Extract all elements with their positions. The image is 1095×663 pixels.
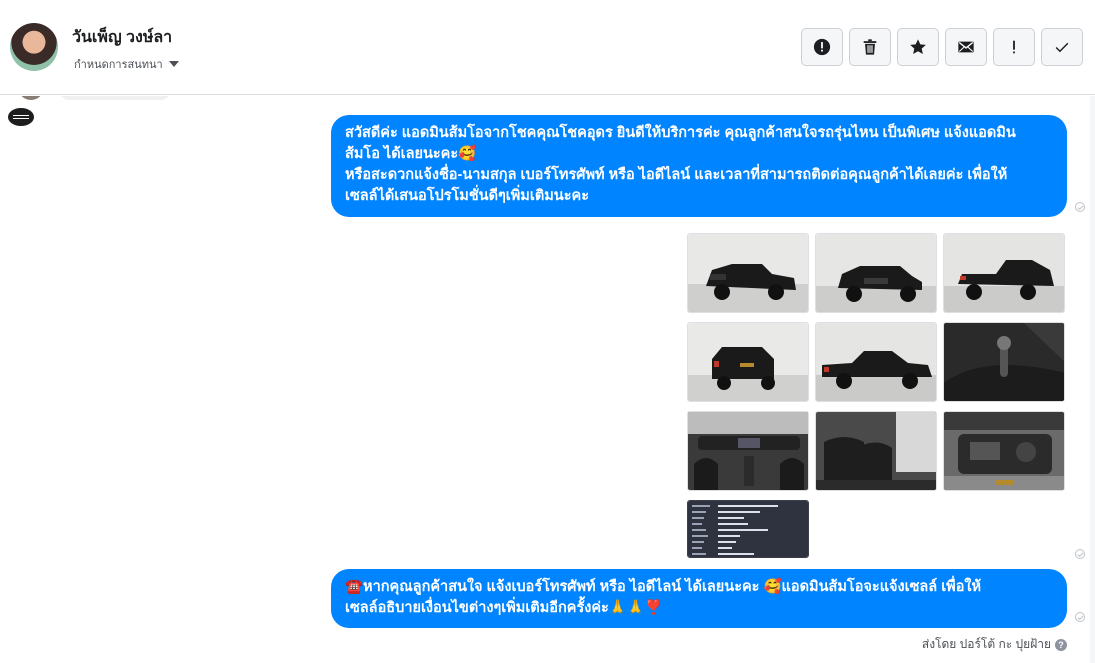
assign-conversation-dropdown[interactable]: กำหนดการสนทนา: [74, 55, 179, 73]
message-line: เซลล์ได้เสนอโปรโมชั่นดีๆเพิ่มเติมนะคะ: [345, 188, 589, 204]
scrollbar-track[interactable]: [1090, 96, 1095, 663]
seen-check-icon: [1075, 612, 1085, 622]
outgoing-message-contact-request[interactable]: ☎️หากคุณลูกค้าสนใจ แจ้งเบอร์โทรศัพท์ หรื…: [331, 569, 1067, 628]
star-icon: [910, 39, 926, 55]
check-icon: [1055, 42, 1069, 53]
sent-by-text: ส่งโดย ปอร์โต้ กะ ปุยฝ้าย: [921, 637, 1051, 651]
caret-down-icon: [168, 61, 179, 67]
photo-truck-rear[interactable]: [687, 322, 809, 402]
message-thread[interactable]: สวัสดีค่ะ แอดมินส้มโอจากโชคคุณโชคอุดร ยิ…: [0, 96, 1095, 663]
contact-name[interactable]: วันเพ็ญ วงษ์ลา: [72, 25, 172, 50]
flag-button[interactable]: [993, 28, 1035, 66]
contact-avatar[interactable]: [10, 23, 58, 71]
help-icon[interactable]: ?: [1055, 638, 1067, 651]
message-line: สวัสดีค่ะ แอดมินส้มโอจากโชคคุณโชคอุดร ยิ…: [345, 125, 1016, 141]
previous-message-bubble: [60, 96, 170, 100]
envelope-icon: [958, 41, 974, 53]
delete-button[interactable]: [849, 28, 891, 66]
exclamation-icon: [1013, 40, 1015, 54]
seen-check-icon: [1075, 549, 1085, 559]
conversation-toolbar: [801, 28, 1083, 66]
assign-label: กำหนดการสนทนา: [74, 59, 163, 71]
photo-truck-side[interactable]: [815, 322, 937, 402]
previous-avatar: [18, 96, 44, 100]
alert-circle-icon: [813, 38, 831, 56]
photo-engine-bay[interactable]: [943, 411, 1065, 491]
photo-truck-rear-left[interactable]: [943, 233, 1065, 313]
message-line: หรือสะดวกแจ้งชื่อ-นามสกุล เบอร์โทรศัพท์ …: [345, 167, 1008, 183]
trash-icon: [863, 39, 877, 55]
photo-rear-seats[interactable]: [815, 411, 937, 491]
photo-dashboard[interactable]: [687, 411, 809, 491]
mark-unread-button[interactable]: [945, 28, 987, 66]
report-button[interactable]: [801, 28, 843, 66]
photo-truck-front-left[interactable]: [687, 233, 809, 313]
page-avatar: [8, 108, 34, 126]
photo-info-card[interactable]: [687, 500, 809, 558]
seen-check-icon: [1075, 202, 1085, 212]
star-button[interactable]: [897, 28, 939, 66]
message-line: เซลล์อธิบายเงื่อนไขต่างๆเพิ่มเติมอีกครั้…: [345, 600, 663, 616]
photo-truck-front[interactable]: [815, 233, 937, 313]
mark-done-button[interactable]: [1041, 28, 1083, 66]
sent-by-label: ส่งโดย ปอร์โต้ กะ ปุยฝ้าย ?: [922, 635, 1067, 654]
conversation-header: วันเพ็ญ วงษ์ลา กำหนดการสนทนา: [0, 0, 1095, 95]
outgoing-message-greeting[interactable]: สวัสดีค่ะ แอดมินส้มโอจากโชคคุณโชคอุดร ยิ…: [331, 115, 1067, 217]
message-line: ☎️หากคุณลูกค้าสนใจ แจ้งเบอร์โทรศัพท์ หรื…: [345, 579, 982, 595]
message-line: ส้มโอ ได้เลยนะคะ🥰: [345, 146, 477, 162]
photo-gear-shift[interactable]: [943, 322, 1065, 402]
